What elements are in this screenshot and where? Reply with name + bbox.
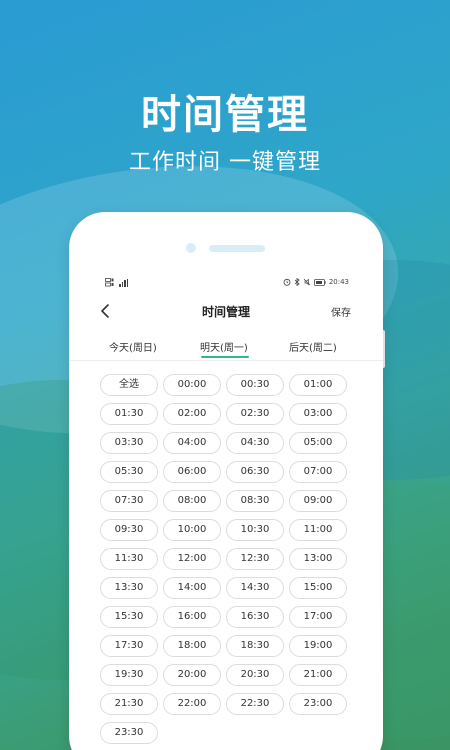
time-slot-button[interactable]: 03:00 <box>289 403 347 425</box>
hero-title: 时间管理 <box>141 92 309 138</box>
time-slot-button[interactable]: 05:30 <box>100 461 158 483</box>
time-slot-button[interactable]: 17:30 <box>100 635 158 657</box>
status-left <box>105 278 128 287</box>
tab-tomorrow[interactable]: 明天(周一) <box>200 339 248 354</box>
time-slot-button[interactable]: 04:00 <box>163 432 221 454</box>
time-slot-button[interactable]: 08:30 <box>226 490 284 512</box>
time-slot-button[interactable]: 23:00 <box>289 693 347 715</box>
time-slot-button[interactable]: 15:00 <box>289 577 347 599</box>
tab-divider <box>69 360 383 361</box>
time-slot-button[interactable]: 15:30 <box>100 606 158 628</box>
time-slot-button[interactable]: 20:30 <box>226 664 284 686</box>
time-slot-button[interactable]: 14:30 <box>226 577 284 599</box>
status-bar: 20:43 <box>105 278 349 290</box>
status-right: 20:43 <box>283 278 349 286</box>
time-slot-button[interactable]: 03:30 <box>100 432 158 454</box>
bluetooth-icon <box>294 278 300 286</box>
hero-subtitle: 工作时间 一键管理 <box>129 150 321 175</box>
time-slot-button[interactable]: 18:00 <box>163 635 221 657</box>
active-tab-indicator <box>201 356 249 358</box>
signal-icon <box>119 278 128 287</box>
sim-card-icon <box>105 278 114 287</box>
time-slot-button[interactable]: 10:00 <box>163 519 221 541</box>
time-slot-button[interactable]: 05:00 <box>289 432 347 454</box>
time-slot-button[interactable]: 00:30 <box>226 374 284 396</box>
tab-today[interactable]: 今天(周日) <box>109 339 157 354</box>
time-slot-button[interactable]: 09:30 <box>100 519 158 541</box>
time-slot-button[interactable]: 07:00 <box>289 461 347 483</box>
time-slot-button[interactable]: 17:00 <box>289 606 347 628</box>
time-slot-button[interactable]: 04:30 <box>226 432 284 454</box>
time-slot-button[interactable]: 21:30 <box>100 693 158 715</box>
alarm-icon <box>283 278 291 286</box>
earpiece-speaker <box>209 245 265 252</box>
time-slot-button[interactable]: 12:00 <box>163 548 221 570</box>
phone-mockup: 20:43 时间管理 保存 今天(周日) 明天(周一) 后天(周二) 全选 00:… <box>69 212 383 750</box>
time-slot-button[interactable]: 16:30 <box>226 606 284 628</box>
time-slot-grid: 全选 00:00 00:30 01:00 01:30 02:00 02:30 03:00 03:… <box>100 374 348 744</box>
navigation-bar: 时间管理 保存 <box>69 300 383 326</box>
time-slot-button[interactable]: 18:30 <box>226 635 284 657</box>
time-slot-button[interactable]: 11:30 <box>100 548 158 570</box>
time-slot-button[interactable]: 22:30 <box>226 693 284 715</box>
time-slot-button[interactable]: 07:30 <box>100 490 158 512</box>
time-slot-button[interactable]: 11:00 <box>289 519 347 541</box>
battery-icon <box>313 278 326 286</box>
time-slot-button[interactable]: 06:30 <box>226 461 284 483</box>
tab-day-after-tomorrow[interactable]: 后天(周二) <box>289 339 337 354</box>
time-slot-button[interactable]: 20:00 <box>163 664 221 686</box>
time-slot-button[interactable]: 02:00 <box>163 403 221 425</box>
time-slot-button[interactable]: 08:00 <box>163 490 221 512</box>
time-slot-button[interactable]: 19:30 <box>100 664 158 686</box>
time-slot-button[interactable]: 06:00 <box>163 461 221 483</box>
time-slot-button[interactable]: 16:00 <box>163 606 221 628</box>
time-slot-button[interactable]: 13:30 <box>100 577 158 599</box>
mute-icon <box>303 278 311 286</box>
time-slot-button[interactable]: 14:00 <box>163 577 221 599</box>
time-slot-button[interactable]: 22:00 <box>163 693 221 715</box>
time-slot-button[interactable]: 10:30 <box>226 519 284 541</box>
time-slot-button[interactable]: 01:30 <box>100 403 158 425</box>
time-slot-button[interactable]: 21:00 <box>289 664 347 686</box>
time-slot-button[interactable]: 02:30 <box>226 403 284 425</box>
time-slot-button[interactable]: 19:00 <box>289 635 347 657</box>
front-camera <box>186 243 196 253</box>
time-slot-button[interactable]: 09:00 <box>289 490 347 512</box>
time-slot-button[interactable]: 12:30 <box>226 548 284 570</box>
time-slot-button[interactable]: 23:30 <box>100 722 158 744</box>
status-time: 20:43 <box>328 278 349 286</box>
select-all-button[interactable]: 全选 <box>100 374 158 396</box>
time-slot-button[interactable]: 01:00 <box>289 374 347 396</box>
save-button[interactable]: 保存 <box>331 304 351 319</box>
time-slot-button[interactable]: 13:00 <box>289 548 347 570</box>
time-slot-button[interactable]: 00:00 <box>163 374 221 396</box>
